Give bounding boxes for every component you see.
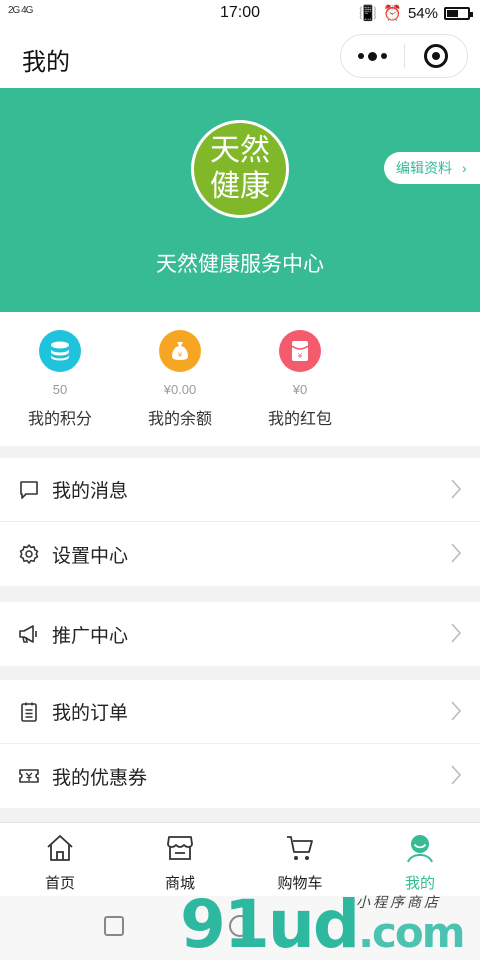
points-item[interactable]: 50 我的积分	[0, 330, 120, 429]
vibrate-icon: 📳	[358, 5, 378, 22]
red-envelope-item[interactable]: ¥ ¥0 我的红包	[240, 330, 360, 429]
miniprogram-capsule	[340, 34, 468, 78]
status-right: 📳 ⏰ 54%	[358, 4, 473, 22]
tab-bar: 首页 商城 购物车 我的	[0, 822, 480, 896]
battery-icon	[444, 6, 473, 20]
coins-icon	[39, 330, 81, 372]
red-envelope-icon: ¥	[279, 330, 321, 372]
menu-item-label: 推广中心	[52, 625, 129, 647]
menu-item-orders[interactable]: 我的订单	[0, 680, 480, 744]
coupon-icon	[18, 765, 40, 787]
menu-group-promotion: 推广中心	[0, 602, 480, 666]
status-bar: 2G 4G 17:00 📳 ⏰ 54%	[0, 0, 480, 26]
svg-text:¥: ¥	[178, 351, 183, 359]
menu-item-messages[interactable]: 我的消息	[0, 458, 480, 522]
menu-item-promotion[interactable]: 推广中心	[0, 602, 480, 666]
shop-logo: 天然 健康	[191, 120, 289, 218]
balance-value: ¥0.00	[163, 382, 197, 397]
points-label: 我的积分	[27, 411, 92, 428]
menu-group-account: 我的消息 设置中心	[0, 458, 480, 586]
edit-profile-button[interactable]: 编辑资料 ›	[384, 152, 480, 184]
message-icon	[18, 479, 40, 501]
tab-label: 首页	[44, 875, 75, 892]
gear-icon	[18, 543, 40, 565]
dot-icon	[380, 53, 387, 59]
red-envelope-label: 我的红包	[267, 411, 332, 428]
assets-panel: 50 我的积分 ¥ ¥0.00 我的余额 ¥ ¥0 我的红包	[0, 312, 480, 446]
menu-item-coupons[interactable]: 我的优惠券	[0, 744, 480, 808]
navigation-bar: 我的	[0, 26, 480, 88]
dot-icon	[357, 53, 364, 59]
chevron-right-icon	[451, 623, 462, 643]
target-icon	[423, 44, 448, 68]
cart-icon	[287, 836, 313, 860]
menu-item-label: 我的消息	[52, 481, 129, 502]
menu-item-label: 我的优惠券	[52, 767, 148, 789]
profile-header: 天然 健康 天然健康服务中心 编辑资料 ›	[0, 88, 480, 312]
tab-home[interactable]: 首页	[0, 823, 120, 896]
tab-mine[interactable]: 我的	[360, 823, 480, 896]
menu-item-label: 我的订单	[52, 703, 129, 724]
user-icon	[407, 835, 433, 863]
shop-name: 天然健康服务中心	[156, 253, 324, 276]
megaphone-icon	[18, 623, 40, 645]
money-bag-icon: ¥	[159, 330, 201, 372]
watermark-subtitle: 小程序商店	[356, 895, 441, 911]
red-envelope-value: ¥0	[292, 382, 308, 397]
page-title: 我的	[22, 49, 70, 76]
edit-profile-label: 编辑资料	[396, 160, 452, 176]
clipboard-icon	[18, 701, 40, 723]
points-value: 50	[52, 382, 68, 397]
balance-label: 我的余额	[147, 411, 212, 428]
svg-text:¥: ¥	[298, 352, 303, 360]
dot-icon	[367, 51, 377, 61]
watermark-text: 91ud	[180, 886, 360, 960]
battery-percent: 54%	[407, 4, 438, 22]
home-icon	[47, 835, 73, 861]
logo-text-line2: 健康	[210, 169, 270, 204]
recent-apps-button[interactable]	[104, 916, 124, 936]
watermark-suffix: .com	[358, 908, 465, 957]
balance-item[interactable]: ¥ ¥0.00 我的余额	[120, 330, 240, 429]
store-icon	[167, 836, 193, 860]
menu-item-label: 设置中心	[52, 545, 129, 567]
chevron-right-icon	[451, 701, 462, 721]
alarm-icon: ⏰	[383, 5, 402, 22]
close-miniprogram-button[interactable]	[405, 44, 468, 68]
chevron-right-icon	[451, 543, 462, 563]
chevron-right-icon: ›	[462, 160, 467, 176]
logo-text-line1: 天然	[210, 133, 270, 168]
menu-group-orders: 我的订单 我的优惠券	[0, 680, 480, 808]
more-menu-button[interactable]	[341, 51, 404, 61]
chevron-right-icon	[451, 479, 462, 499]
chevron-right-icon	[451, 765, 462, 785]
menu-item-settings[interactable]: 设置中心	[0, 522, 480, 586]
